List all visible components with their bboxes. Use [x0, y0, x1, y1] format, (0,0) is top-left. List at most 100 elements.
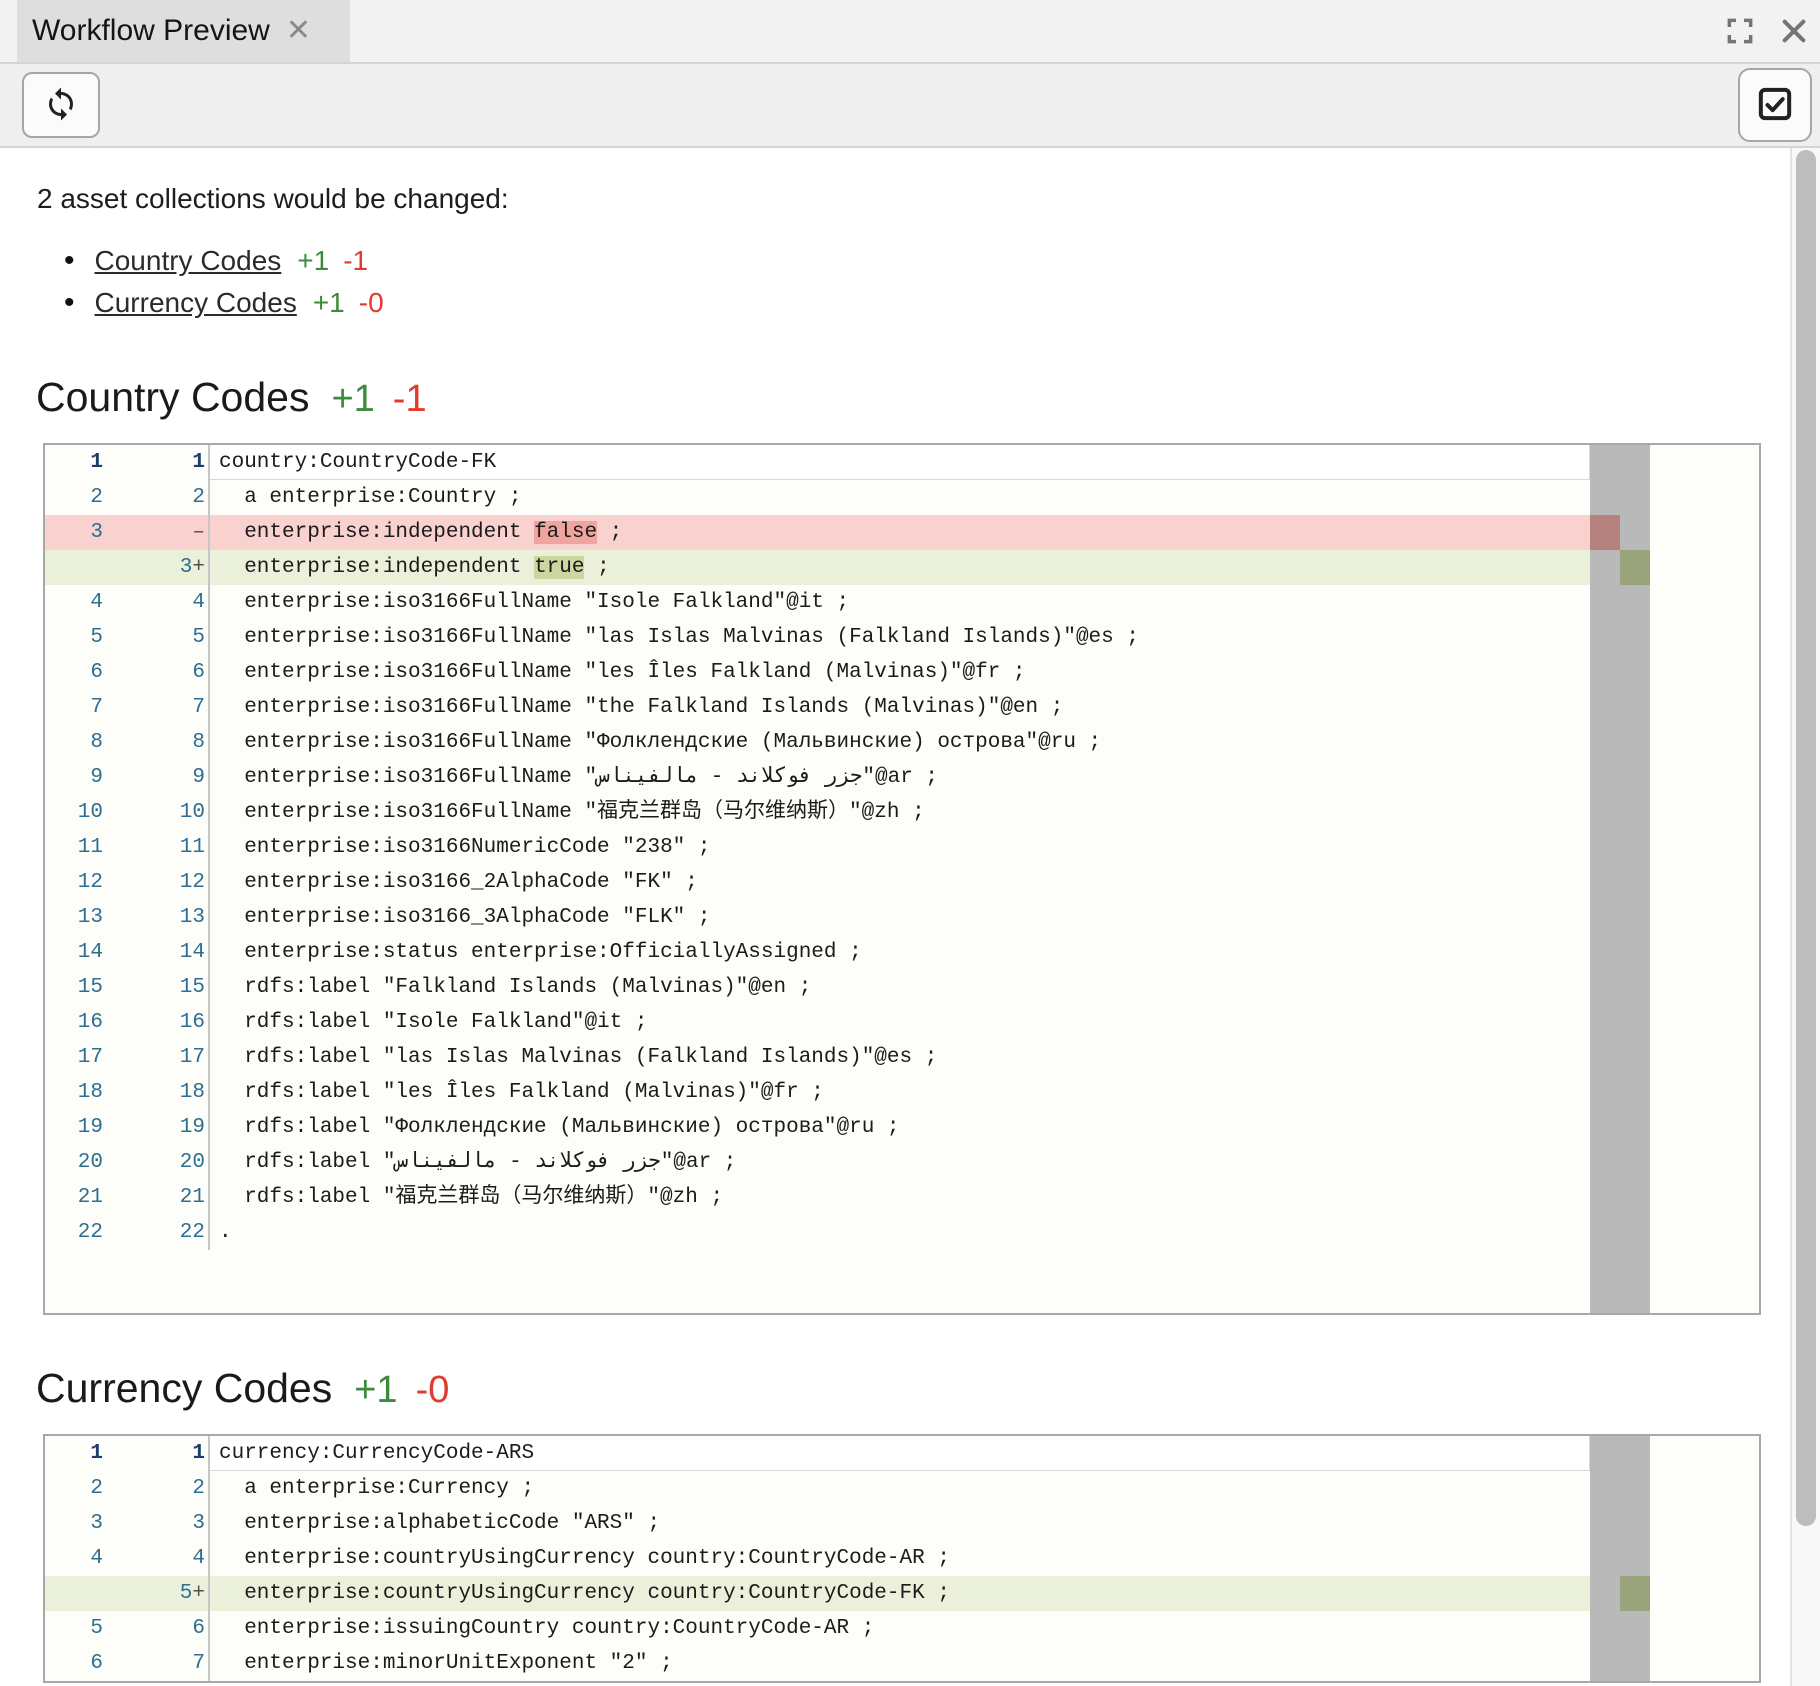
new-line-number: 7	[113, 1646, 208, 1681]
section-title: Country Codes+1-1	[36, 372, 1820, 425]
old-line-number: 8	[45, 725, 113, 760]
tab-title: Workflow Preview	[32, 14, 270, 48]
old-line-number: 5	[45, 1611, 113, 1646]
code-text: enterprise:iso3166FullName "جزر فوكلاند …	[208, 760, 1590, 795]
changed-collection-item: •Currency Codes+1-0	[64, 282, 1820, 324]
code-text: enterprise:countryUsingCurrency country:…	[208, 1576, 1590, 1611]
new-line-number: 5+	[113, 1576, 208, 1611]
old-line-number: 1	[45, 1436, 113, 1471]
diff-line: 1111 enterprise:iso3166NumericCode "238"…	[45, 830, 1590, 865]
code-text: enterprise:minorUnitExponent "2" ;	[208, 1646, 1590, 1681]
new-line-number: 21	[113, 1180, 208, 1215]
new-line-number: 5	[113, 620, 208, 655]
deleted-line-sign: –	[192, 521, 205, 544]
old-line-number: 2	[45, 1471, 113, 1506]
new-line-number: 3	[113, 1506, 208, 1541]
diff-line: 56 enterprise:issuingCountry country:Cou…	[45, 1611, 1590, 1646]
confirm-button[interactable]	[1738, 68, 1812, 142]
diff-line: 1515 rdfs:label "Falkland Islands (Malvi…	[45, 970, 1590, 1005]
tab-close-icon[interactable]: ✕	[286, 16, 311, 46]
code-text: rdfs:label "las Islas Malvinas (Falkland…	[208, 1040, 1590, 1075]
page-scrollbar-thumb[interactable]	[1796, 150, 1816, 1526]
removed-count: -0	[359, 287, 384, 319]
diff-line: 2222.	[45, 1215, 1590, 1250]
code-text: enterprise:iso3166FullName "Фолклендские…	[208, 725, 1590, 760]
old-line-number: 10	[45, 795, 113, 830]
page-scrollbar	[1790, 148, 1820, 1686]
code-text: enterprise:iso3166FullName "las Islas Ma…	[208, 620, 1590, 655]
new-line-number: 9	[113, 760, 208, 795]
diff-line: 88 enterprise:iso3166FullName "Фолклендс…	[45, 725, 1590, 760]
diff-line: 67 enterprise:minorUnitExponent "2" ;	[45, 1646, 1590, 1681]
scroll-change-marker	[1590, 515, 1620, 550]
code-text: enterprise:iso3166_2AlphaCode "FK" ;	[208, 865, 1590, 900]
old-line-number: 9	[45, 760, 113, 795]
scroll-change-marker	[1620, 1576, 1650, 1611]
code-text: a enterprise:Country ;	[208, 480, 1590, 515]
bullet-glyph: •	[64, 244, 75, 278]
diff-line: 3+ enterprise:independent true ;	[45, 550, 1590, 585]
code-text: enterprise:iso3166FullName "the Falkland…	[208, 690, 1590, 725]
old-line-number: 18	[45, 1075, 113, 1110]
new-line-number: 22	[113, 1215, 208, 1250]
scroll-change-marker	[1620, 550, 1650, 585]
code-text: enterprise:alphabeticCode "ARS" ;	[208, 1506, 1590, 1541]
new-line-number: 10	[113, 795, 208, 830]
diff-line: 1818 rdfs:label "les Îles Falkland (Malv…	[45, 1075, 1590, 1110]
old-line-number: 1	[45, 445, 113, 480]
diff-line: 77 enterprise:iso3166FullName "the Falkl…	[45, 690, 1590, 725]
new-line-number: 18	[113, 1075, 208, 1110]
code-text: enterprise:independent false ;	[208, 515, 1590, 550]
code-text: .	[208, 1215, 1590, 1250]
refresh-button[interactable]	[22, 72, 100, 138]
old-line-number: 2	[45, 480, 113, 515]
diff-view: 11currency:CurrencyCode-ARS22 a enterpri…	[43, 1434, 1761, 1683]
diff-line: 22 a enterprise:Country ;	[45, 480, 1590, 515]
diff-line: 11currency:CurrencyCode-ARS	[45, 1436, 1590, 1471]
code-text: enterprise:issuingCountry country:Countr…	[208, 1611, 1590, 1646]
refresh-icon	[43, 86, 79, 125]
new-line-number: 4	[113, 585, 208, 620]
code-text: rdfs:label "les Îles Falkland (Malvinas)…	[208, 1075, 1590, 1110]
new-line-number: 11	[113, 830, 208, 865]
added-count: +1	[313, 287, 345, 319]
new-line-number: 17	[113, 1040, 208, 1075]
old-line-number: 16	[45, 1005, 113, 1040]
new-line-number: 20	[113, 1145, 208, 1180]
new-line-number: 2	[113, 480, 208, 515]
diff-line: 5+ enterprise:countryUsingCurrency count…	[45, 1576, 1590, 1611]
toolbar	[0, 64, 1820, 148]
old-line-number: 19	[45, 1110, 113, 1145]
diff-line: 1010 enterprise:iso3166FullName "福克兰群岛（马…	[45, 795, 1590, 830]
expand-icon[interactable]	[1724, 15, 1756, 47]
old-line-number: 14	[45, 935, 113, 970]
check-square-icon	[1755, 84, 1795, 127]
removed-count: -1	[343, 245, 368, 277]
asset-collection-link[interactable]: Currency Codes	[95, 287, 297, 319]
asset-collection-link[interactable]: Country Codes	[95, 245, 282, 277]
changed-collections-list: •Country Codes+1-1•Currency Codes+1-0	[64, 240, 1820, 324]
code-text: currency:CurrencyCode-ARS	[208, 1436, 1590, 1471]
diff-line: 44 enterprise:countryUsingCurrency count…	[45, 1541, 1590, 1576]
workflow-preview-panel: 2 asset collections would be changed: •C…	[0, 148, 1820, 1686]
diff-line: 33 enterprise:alphabeticCode "ARS" ;	[45, 1506, 1590, 1541]
new-line-number: 15	[113, 970, 208, 1005]
diff-line: 1414 enterprise:status enterprise:Offici…	[45, 935, 1590, 970]
new-line-number: 19	[113, 1110, 208, 1145]
new-line-number: –	[113, 515, 208, 550]
close-icon[interactable]	[1778, 15, 1810, 47]
tab-workflow-preview[interactable]: Workflow Preview ✕	[17, 0, 350, 62]
new-line-number: 4	[113, 1541, 208, 1576]
code-text: enterprise:countryUsingCurrency country:…	[208, 1541, 1590, 1576]
section-added-count: +1	[354, 1365, 397, 1416]
old-line-number: 12	[45, 865, 113, 900]
new-line-number: 6	[113, 1611, 208, 1646]
diff-line: 1717 rdfs:label "las Islas Malvinas (Fal…	[45, 1040, 1590, 1075]
new-line-number: 16	[113, 1005, 208, 1040]
old-line-number	[45, 1576, 113, 1611]
code-text: rdfs:label "Falkland Islands (Malvinas)"…	[208, 970, 1590, 1005]
code-text: rdfs:label "福克兰群岛（马尔维纳斯）"@zh ;	[208, 1180, 1590, 1215]
code-text: rdfs:label "Isole Falkland"@it ;	[208, 1005, 1590, 1040]
old-line-number: 5	[45, 620, 113, 655]
old-line-number: 7	[45, 690, 113, 725]
